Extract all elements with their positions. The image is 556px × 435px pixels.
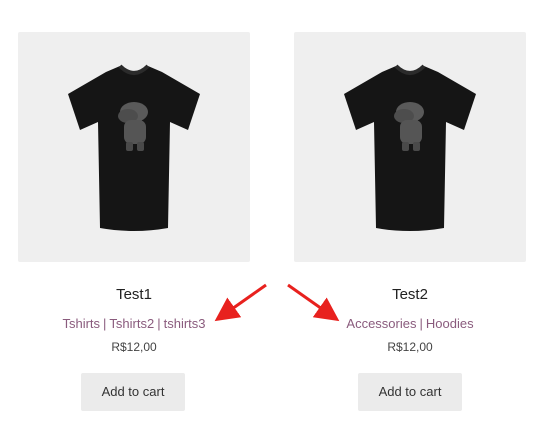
add-to-cart-button[interactable]: Add to cart	[81, 373, 185, 411]
product-categories: Tshirts | Tshirts2 | tshirts3	[0, 316, 270, 331]
category-link-tshirts[interactable]: Tshirts	[62, 316, 100, 331]
product-price: R$12,00	[111, 340, 157, 354]
product-image-test1[interactable]	[18, 32, 250, 262]
category-link-tshirts3[interactable]: tshirts3	[164, 316, 206, 331]
category-separator: |	[157, 316, 161, 331]
category-link-hoodies[interactable]: Hoodies	[426, 316, 474, 331]
add-to-cart-button[interactable]: Add to cart	[358, 373, 462, 411]
tshirt-icon	[68, 64, 200, 231]
category-link-accessories[interactable]: Accessories	[346, 316, 416, 331]
product-title[interactable]: Test1	[18, 286, 250, 303]
category-separator: |	[103, 316, 107, 331]
product-price: R$12,00	[387, 340, 433, 354]
category-separator: |	[419, 316, 423, 331]
product-image-test2[interactable]	[294, 32, 526, 262]
product-title[interactable]: Test2	[294, 286, 526, 303]
tshirt-icon	[344, 64, 476, 231]
category-link-tshirts2[interactable]: Tshirts2	[109, 316, 154, 331]
product-categories: Accessories | Hoodies	[274, 316, 546, 331]
